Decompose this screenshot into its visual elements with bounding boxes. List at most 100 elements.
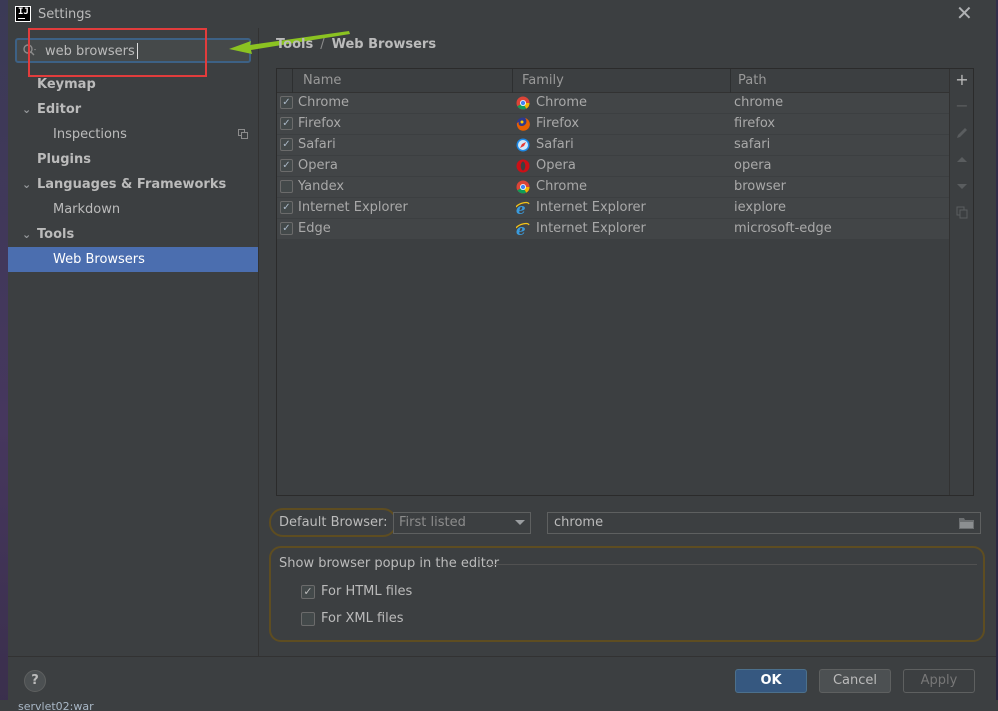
browser-family[interactable]: Safari [536,137,574,152]
sidebar-item[interactable]: ⌄ Tools [8,222,258,247]
html-files-option[interactable]: ✓ For HTML files [301,584,412,599]
chrome-icon [516,180,530,194]
browser-name[interactable]: Safari [298,137,336,152]
breadcrumb-parent[interactable]: Tools [276,37,313,52]
chevron-down-icon[interactable]: ⌄ [22,172,31,197]
apply-button[interactable]: Apply [903,669,975,693]
enabled-checkbox[interactable]: ✓ [280,222,293,235]
browser-path[interactable]: firefox [734,116,775,131]
ie-icon: e [516,201,530,215]
default-browser-path: chrome [554,515,604,530]
settings-sidebar: Keymap ⌄ Editor Inspections Plugins ⌄ Language… [8,28,258,656]
enabled-checkbox[interactable]: ✓ [280,117,293,130]
column-divider [292,69,293,93]
column-header-name[interactable]: Name [303,73,341,88]
sidebar-item[interactable]: Markdown [8,197,258,222]
enabled-checkbox[interactable]: ✓ [280,159,293,172]
browser-path[interactable]: browser [734,179,786,194]
chevron-down-icon[interactable]: ⌄ [22,97,31,122]
dialog-footer: ? OK Cancel Apply [8,656,996,702]
sidebar-item[interactable]: ⌄ Editor [8,97,258,122]
title-bar: IJ Settings ✕ [8,0,996,28]
xml-files-option[interactable]: For XML files [301,611,404,626]
move-down-icon[interactable] [955,179,969,193]
desktop-background [0,0,8,711]
default-browser-row: Default Browser: First listed chrome [269,508,989,538]
table-toolbar: + − [949,69,974,495]
settings-tree: Keymap ⌄ Editor Inspections Plugins ⌄ Language… [8,72,258,272]
sidebar-item-label: Plugins [37,152,91,167]
browser-path[interactable]: opera [734,158,772,173]
help-button[interactable]: ? [24,670,46,692]
firefox-icon [516,117,530,131]
table-row[interactable]: Yandex Chrome browser [277,177,949,198]
copy-icon[interactable] [955,205,969,219]
table-row[interactable]: ✓ Internet Explorer e Internet Explorer iexp… [277,198,949,219]
sidebar-item[interactable]: Web Browsers [8,247,258,272]
table-row[interactable]: ✓ Safari Safari safari [277,135,949,156]
default-browser-label: Default Browser: [269,508,398,537]
browser-family[interactable]: Internet Explorer [536,221,646,236]
browser-name[interactable]: Chrome [298,95,349,110]
edit-icon[interactable] [955,126,969,140]
enabled-checkbox[interactable]: ✓ [280,96,293,109]
browser-path[interactable]: iexplore [734,200,786,215]
sidebar-item[interactable]: Inspections [8,122,258,147]
opera-icon [516,159,530,173]
sidebar-item-label: Web Browsers [53,252,145,267]
browser-name[interactable]: Firefox [298,116,341,131]
browser-name[interactable]: Opera [298,158,338,173]
add-icon[interactable]: + [955,72,969,88]
xml-files-label: For XML files [321,611,404,626]
intellij-logo-icon: IJ [15,6,31,22]
browser-name[interactable]: Yandex [298,179,344,194]
browser-path[interactable]: safari [734,137,770,152]
folder-icon[interactable] [959,517,974,529]
sidebar-item[interactable]: Plugins [8,147,258,172]
window-title: Settings [38,7,92,22]
table-row[interactable]: ✓ Opera Opera opera [277,156,949,177]
project-settings-icon [238,129,248,139]
sidebar-item-label: Keymap [37,77,96,92]
move-up-icon[interactable] [955,153,969,167]
main-panel: Tools / Web Browsers Name Family Path ✓ Chr… [229,28,996,656]
table-row[interactable]: ✓ Firefox Firefox firefox [277,114,949,135]
table-row[interactable]: ✓ Chrome Chrome chrome [277,93,949,114]
breadcrumb-current: Web Browsers [331,37,437,52]
group-divider [487,564,977,565]
sidebar-item-label: Inspections [53,127,127,142]
table-header: Name Family Path [277,69,949,93]
default-browser-selected: First listed [399,515,466,530]
browser-family[interactable]: Chrome [536,179,587,194]
default-browser-combo[interactable]: First listed [393,512,531,534]
popup-group-title: Show browser popup in the editor [279,556,500,571]
enabled-checkbox[interactable]: ✓ [280,201,293,214]
html-files-checkbox[interactable]: ✓ [301,584,315,599]
remove-icon[interactable]: − [955,98,969,114]
browsers-table: Name Family Path ✓ Chrome Chrome chrome ✓ Fir… [276,68,974,496]
browser-name[interactable]: Internet Explorer [298,200,408,215]
breadcrumb: Tools / Web Browsers [276,37,436,52]
default-browser-path-field[interactable]: chrome [547,512,981,534]
browser-family[interactable]: Opera [536,158,576,173]
chevron-down-icon [515,520,525,525]
sidebar-item-label: Languages & Frameworks [37,177,227,192]
table-row[interactable]: ✓ Edge e Internet Explorer microsoft-edge [277,219,949,240]
column-header-path[interactable]: Path [738,73,767,88]
column-header-family[interactable]: Family [522,73,564,88]
browser-path[interactable]: microsoft-edge [734,221,832,236]
browser-path[interactable]: chrome [734,95,783,110]
browser-name[interactable]: Edge [298,221,331,236]
browser-family[interactable]: Firefox [536,116,579,131]
enabled-checkbox[interactable] [280,180,293,193]
xml-files-checkbox[interactable] [301,611,315,626]
close-icon[interactable]: ✕ [956,3,973,23]
chevron-down-icon[interactable]: ⌄ [22,222,31,247]
enabled-checkbox[interactable]: ✓ [280,138,293,151]
table-body: ✓ Chrome Chrome chrome ✓ Firefox Firefox firefo… [277,93,949,240]
cancel-button[interactable]: Cancel [819,669,891,693]
sidebar-item[interactable]: ⌄ Languages & Frameworks [8,172,258,197]
browser-family[interactable]: Internet Explorer [536,200,646,215]
browser-family[interactable]: Chrome [536,95,587,110]
ok-button[interactable]: OK [735,669,807,693]
